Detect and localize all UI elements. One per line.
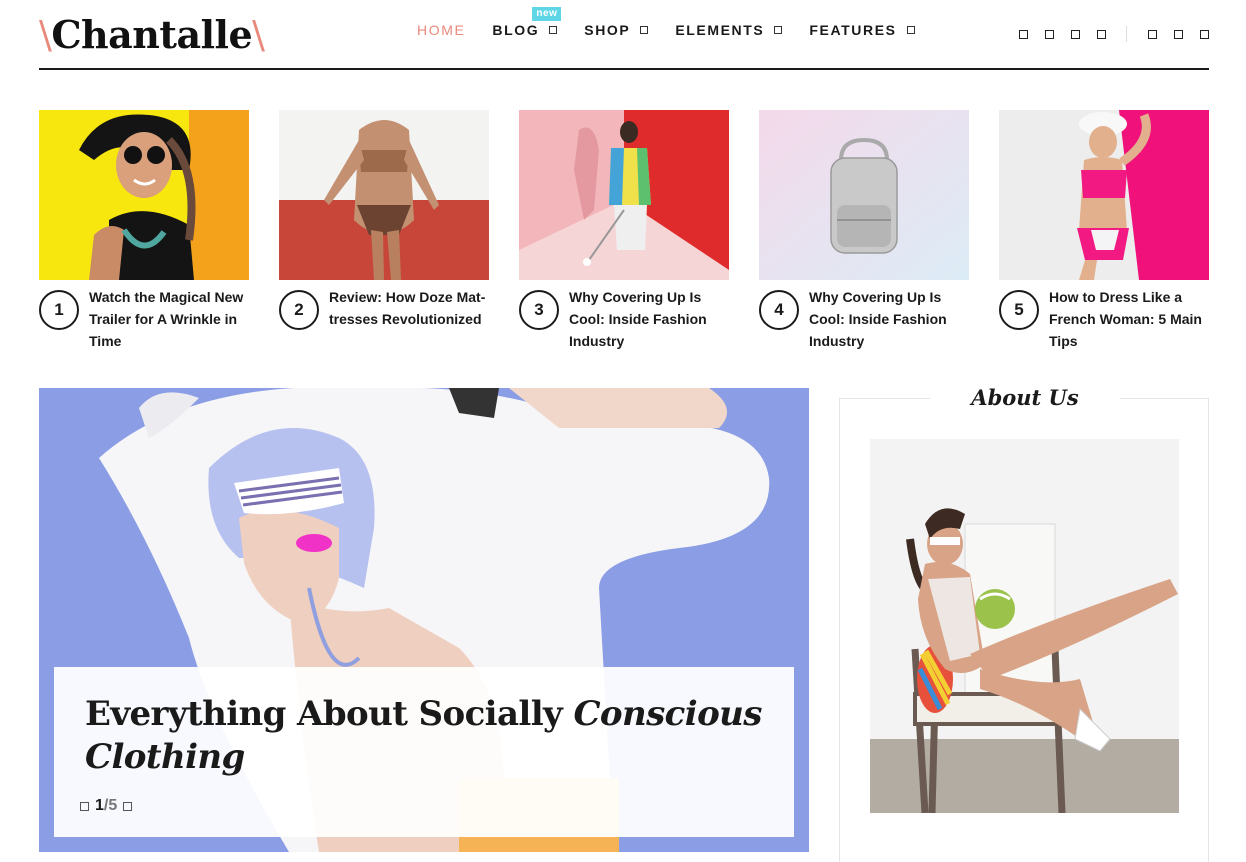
post-card: 1 Watch the Magical New Trailer for A Wr… [39,110,249,352]
hero-title-text: Everything About Socially [85,694,574,734]
about-title: About Us [930,385,1120,410]
nav-home[interactable]: HOME [417,22,465,38]
nav-elements-label: ELEMENTS [675,22,765,38]
post-thumbnail[interactable] [999,110,1209,280]
about-widget: About Us [839,385,1209,862]
logo-slash-right: \ [252,13,265,57]
new-badge: new [532,7,562,21]
post-title[interactable]: Why Covering Up Is Cool: Inside Fashion … [809,286,969,352]
nav-elements[interactable]: ELEMENTS [675,22,783,38]
menu-icon[interactable] [1200,29,1209,39]
post-card: 4 Why Covering Up Is Cool: Inside Fashio… [759,110,969,352]
site-logo[interactable]: \Chantalle\ [39,12,265,57]
post-title[interactable]: Why Covering Up Is Cool: Inside Fashion … [569,286,729,352]
next-arrow-icon[interactable] [123,801,133,811]
slide-current: 1 [95,797,104,814]
nav-features-label: FEATURES [809,22,897,38]
logo-slash-left: \ [39,13,52,57]
social-icon[interactable] [1097,29,1106,39]
nav-shop-label: SHOP [584,22,631,38]
social-icon[interactable] [1019,29,1028,39]
post-number: 2 [279,290,319,330]
nav-blog-label: BLOG [492,22,540,38]
logo-text: Chantalle [51,12,253,57]
post-title[interactable]: Review: How Doze Mat­tresses Revolutioni… [329,286,489,330]
search-icon[interactable] [1148,29,1157,39]
hero-title-italic: Conscious [573,694,762,734]
post-number: 3 [519,290,559,330]
chevron-down-icon [906,26,915,34]
about-image [870,439,1179,813]
divider [1126,26,1127,42]
social-icon[interactable] [1045,29,1054,39]
post-thumbnail[interactable] [519,110,729,280]
main-nav: HOME BLOG new SHOP ELEMENTS FEATURES [417,7,942,38]
post-number: 1 [39,290,79,330]
site-header: \Chantalle\ HOME BLOG new SHOP ELEMENTS … [39,0,1209,70]
post-title[interactable]: How to Dress Like a French Woman: 5 Main… [1049,286,1209,352]
post-number: 4 [759,290,799,330]
hero-slider[interactable]: Everything About Socially Conscious Cloth… [39,388,809,852]
post-thumbnail[interactable] [279,110,489,280]
social-icon[interactable] [1071,29,1080,39]
hero-title-italic: Clothing [85,737,245,777]
nav-blog[interactable]: BLOG new [492,7,562,38]
slider-pager: 1 /5 [80,797,133,815]
chevron-down-icon [774,26,783,34]
nav-features[interactable]: FEATURES [809,22,915,38]
hero-caption: Everything About Socially Conscious Cloth… [54,667,794,837]
post-number: 5 [999,290,1039,330]
post-title[interactable]: Watch the Magical New Trailer for A Wrin… [89,286,249,352]
hero-title[interactable]: Everything About Socially Conscious Cloth… [85,693,765,779]
post-card: 2 Review: How Doze Mat­tresses Revolutio… [279,110,489,330]
nav-shop[interactable]: SHOP [584,22,649,38]
header-icons [1002,26,1209,42]
post-thumbnail[interactable] [39,110,249,280]
nav-home-label: HOME [417,22,466,38]
post-card: 3 Why Covering Up Is Cool: Inside Fashio… [519,110,729,352]
prev-arrow-icon[interactable] [80,801,89,811]
slide-total: /5 [103,797,118,814]
chevron-down-icon [640,26,649,34]
post-card: 5 How to Dress Like a French Woman: 5 Ma… [999,110,1209,352]
cart-icon[interactable] [1174,29,1183,39]
post-thumbnail[interactable] [759,110,969,280]
chevron-down-icon [549,26,558,34]
